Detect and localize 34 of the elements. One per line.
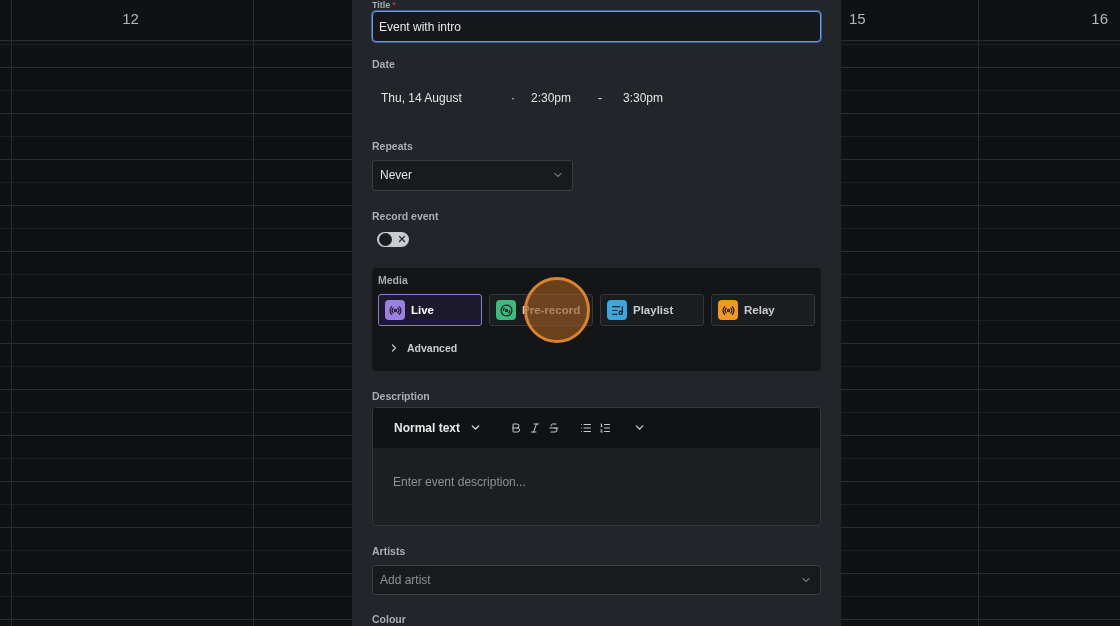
separator-text: - [598, 91, 603, 106]
text-style-dropdown[interactable]: Normal text [394, 420, 483, 435]
day-number: 15 [849, 9, 866, 27]
field-label: Media [378, 274, 409, 288]
bold-button[interactable] [510, 421, 523, 434]
numbered-list-button[interactable] [599, 421, 612, 434]
media-option-button[interactable]: Live [378, 294, 482, 327]
field-label: Description [372, 389, 431, 403]
record-toggle[interactable] [377, 231, 409, 248]
separator-text: · [511, 91, 516, 106]
placeholder-text: Enter event description... [393, 474, 526, 489]
field-label: Date [372, 58, 396, 72]
field-label: Colour [372, 613, 407, 626]
field-label: Repeats [372, 140, 414, 154]
description-editor[interactable]: Normal text Enter event description... [372, 406, 821, 526]
date-text[interactable]: Thu, 14 August [372, 91, 511, 106]
end-time-text[interactable]: 3:30pm [623, 91, 693, 106]
repeats-select[interactable]: Never [372, 160, 573, 191]
close-icon [397, 234, 407, 245]
field-label: Artists [372, 544, 407, 558]
title-input[interactable]: Event with intro [372, 11, 821, 43]
field-label: Record event [372, 209, 440, 223]
italic-button[interactable] [529, 421, 542, 434]
media-option-button[interactable]: Playlist [600, 294, 704, 327]
field-label: Title [372, 0, 391, 10]
strikethrough-button[interactable] [548, 421, 561, 434]
advanced-toggle[interactable]: Advanced [388, 342, 458, 355]
media-option-button[interactable]: Relay [711, 294, 815, 327]
day-number: 12 [122, 9, 139, 27]
bullet-list-button[interactable] [580, 421, 593, 434]
required-mark: * [392, 0, 396, 10]
start-time-text[interactable]: 2:30pm [531, 91, 598, 106]
artist-select[interactable]: Add artist [372, 564, 821, 595]
day-number: 16 [1091, 9, 1108, 27]
